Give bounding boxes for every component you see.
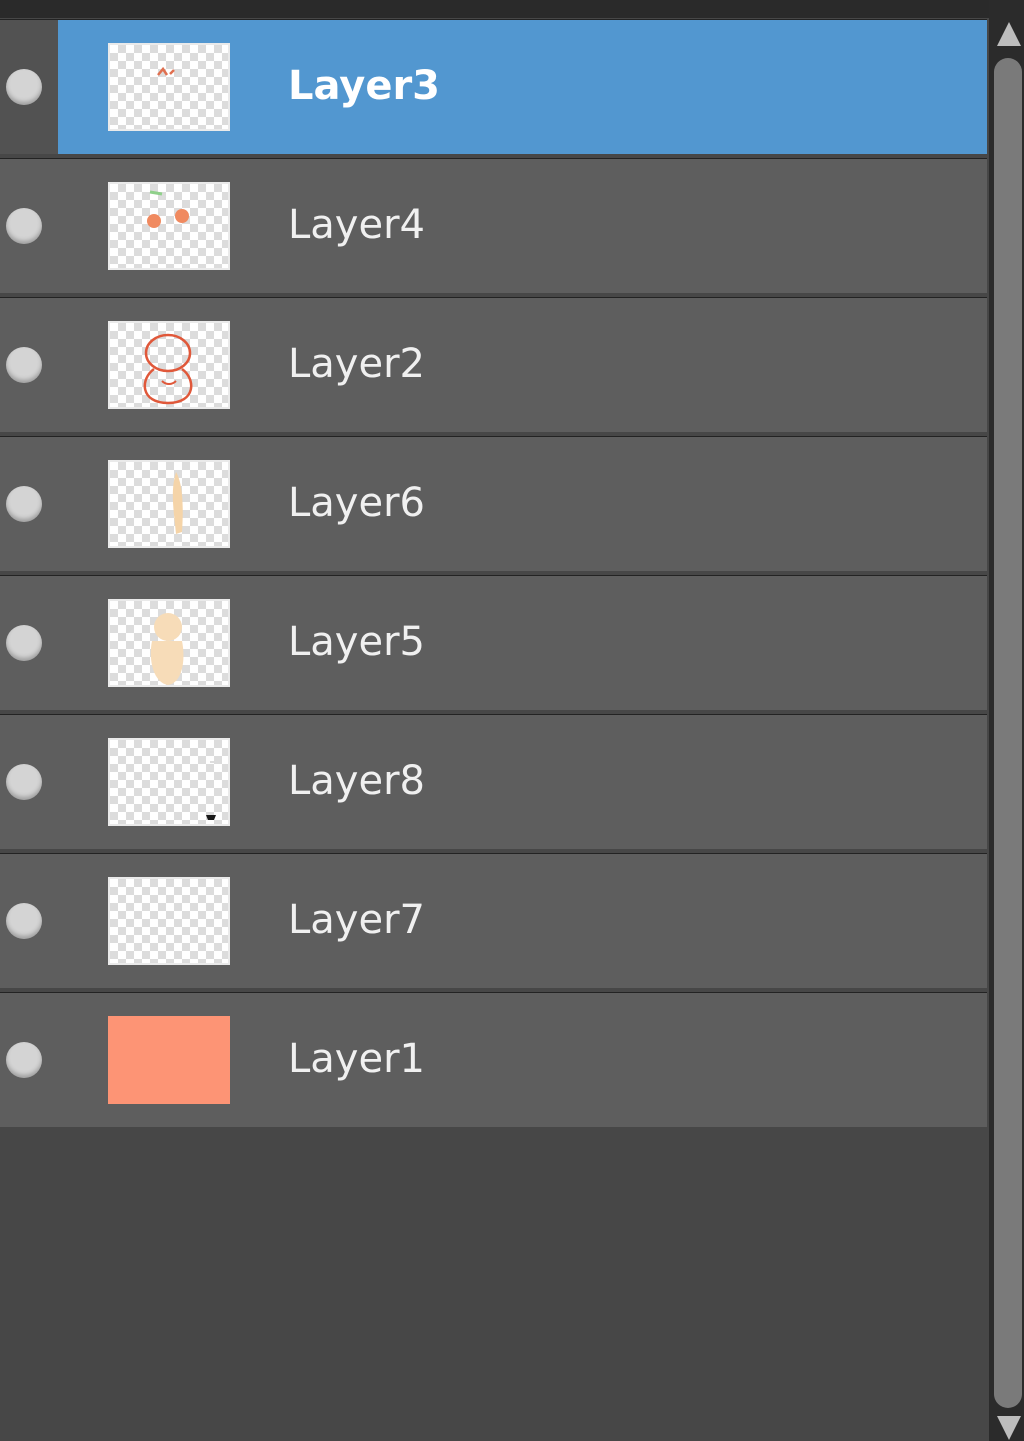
visibility-column [0, 576, 58, 710]
layer-thumbnail [108, 182, 230, 270]
visibility-toggle-icon[interactable] [6, 1042, 42, 1078]
scrollbar-thumb[interactable] [994, 58, 1022, 1408]
layer-row-layer8[interactable]: Layer8 [0, 715, 987, 849]
scroll-up-arrow-icon[interactable] [997, 22, 1021, 46]
layer-name: Layer5 [288, 619, 425, 665]
layer-thumbnail [108, 1016, 230, 1104]
visibility-toggle-icon[interactable] [6, 347, 42, 383]
layer-row-layer3[interactable]: Layer3 [0, 20, 987, 154]
layer-name: Layer2 [288, 341, 425, 387]
layer-row-layer5[interactable]: Layer5 [0, 576, 987, 710]
layer-row-layer2[interactable]: Layer2 [0, 298, 987, 432]
layers-panel: Layer3 Layer4 Layer2 Layer6 Layer5 Layer… [0, 0, 1024, 1441]
visibility-column [0, 854, 58, 988]
visibility-column [0, 437, 58, 571]
visibility-column [0, 298, 58, 432]
layer-thumbnail [108, 738, 230, 826]
layer-list: Layer3 Layer4 Layer2 Layer6 Layer5 Layer… [0, 20, 987, 1132]
visibility-toggle-icon[interactable] [6, 903, 42, 939]
layer-thumbnail [108, 460, 230, 548]
visibility-column [0, 993, 58, 1127]
layer-thumbnail [108, 321, 230, 409]
visibility-toggle-icon[interactable] [6, 625, 42, 661]
visibility-toggle-icon[interactable] [6, 486, 42, 522]
layer-name: Layer6 [288, 480, 425, 526]
layer-row-layer7[interactable]: Layer7 [0, 854, 987, 988]
visibility-column [0, 715, 58, 849]
layer-row-layer6[interactable]: Layer6 [0, 437, 987, 571]
layer-thumbnail [108, 877, 230, 965]
visibility-toggle-icon[interactable] [6, 69, 42, 105]
layer-row-layer1[interactable]: Layer1 [0, 993, 987, 1127]
panel-top-edge [0, 0, 1024, 18]
layer-row-layer4[interactable]: Layer4 [0, 159, 987, 293]
visibility-toggle-icon[interactable] [6, 208, 42, 244]
layer-name: Layer3 [288, 63, 441, 109]
vertical-scrollbar[interactable] [989, 0, 1024, 1441]
visibility-toggle-icon[interactable] [6, 764, 42, 800]
layer-name: Layer4 [288, 202, 425, 248]
layer-name: Layer1 [288, 1036, 425, 1082]
layer-thumbnail [108, 599, 230, 687]
layer-name: Layer7 [288, 897, 425, 943]
layer-name: Layer8 [288, 758, 425, 804]
layer-thumbnail [108, 43, 230, 131]
visibility-column [0, 20, 58, 154]
visibility-column [0, 159, 58, 293]
scroll-down-arrow-icon[interactable] [997, 1416, 1021, 1440]
